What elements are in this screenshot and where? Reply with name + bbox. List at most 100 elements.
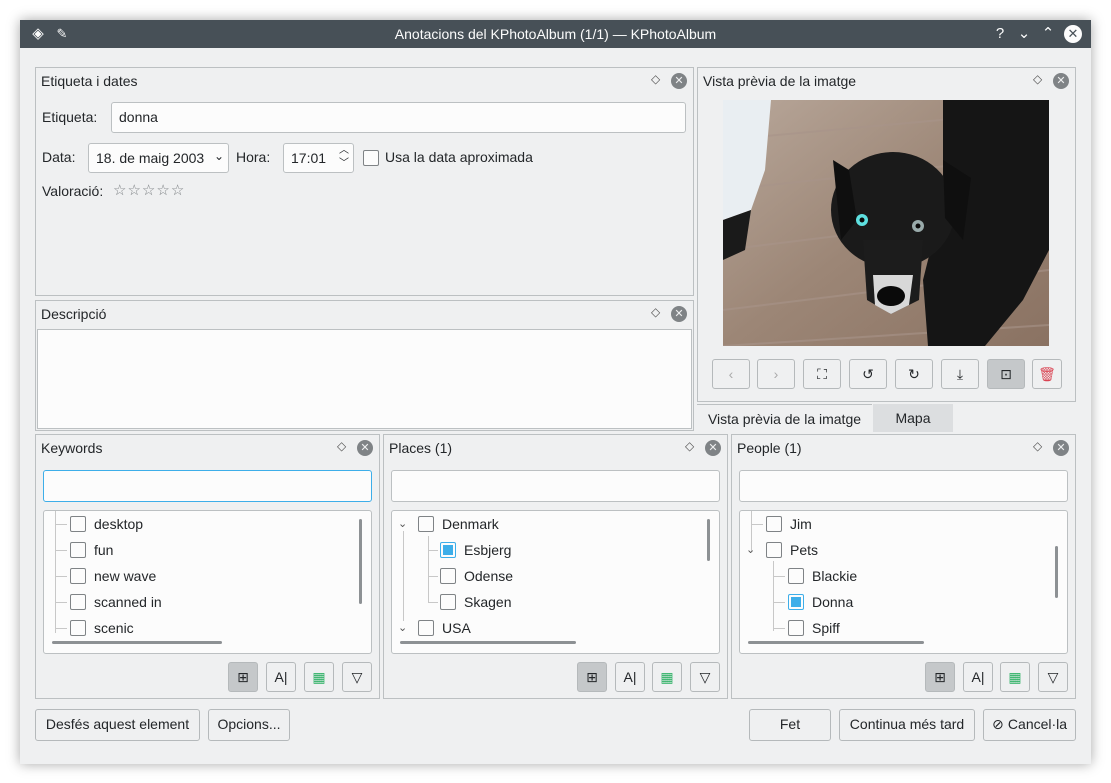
star-icon[interactable]: ☆: [156, 182, 170, 199]
cancel-button[interactable]: ⊘ Cancel·la: [983, 709, 1076, 741]
float-icon[interactable]: ◇: [1033, 439, 1042, 453]
chevron-down-icon[interactable]: ⌄: [398, 621, 407, 634]
label-value: donna: [119, 109, 158, 125]
tree-view-button[interactable]: ⊞: [577, 662, 607, 692]
sort-alpha-button[interactable]: A|: [266, 662, 296, 692]
rating-caption: Valoració:: [42, 183, 104, 199]
tab-map[interactable]: Mapa: [873, 404, 953, 432]
float-icon[interactable]: ◇: [337, 439, 346, 453]
delete-button[interactable]: 🗑: [1032, 359, 1062, 389]
item-label: Pets: [790, 542, 819, 558]
item-checkbox[interactable]: [788, 594, 804, 610]
item-label: Donna: [812, 594, 854, 610]
filter-button[interactable]: ▽: [1038, 662, 1068, 692]
undo-button[interactable]: Desfés aquest element: [35, 709, 200, 741]
time-field[interactable]: 17:01 ︿ ﹀: [283, 143, 354, 173]
rotate-left-button[interactable]: ↺: [849, 359, 887, 389]
item-checkbox[interactable]: [440, 542, 456, 558]
float-icon[interactable]: ◇: [651, 305, 660, 319]
places-search-input[interactable]: [391, 470, 720, 502]
float-icon[interactable]: ◇: [685, 439, 694, 453]
calendar-icon: ▦: [660, 669, 674, 685]
tree-line: [773, 576, 785, 577]
alpha-sort-icon: A|: [971, 669, 985, 685]
tab-image-preview[interactable]: Vista prèvia de la imatge: [697, 404, 872, 433]
options-button[interactable]: Opcions...: [208, 709, 290, 741]
float-icon[interactable]: ◇: [651, 72, 660, 86]
sort-alpha-button[interactable]: A|: [615, 662, 645, 692]
item-checkbox[interactable]: [788, 620, 804, 636]
dock-close-icon[interactable]: ✕: [1053, 440, 1069, 456]
chevron-down-icon[interactable]: ⌄: [746, 543, 755, 556]
item-checkbox[interactable]: [418, 620, 434, 636]
close-icon[interactable]: ✕: [1064, 25, 1082, 43]
dock-close-icon[interactable]: ✕: [357, 440, 373, 456]
people-search-input[interactable]: [739, 470, 1068, 502]
filter-button[interactable]: ▽: [690, 662, 720, 692]
copy-previous-button[interactable]: ⤓: [941, 359, 979, 389]
rating-stars[interactable]: ☆☆☆☆☆: [113, 181, 185, 199]
item-checkbox[interactable]: [766, 516, 782, 532]
date-field[interactable]: 18. de maig 2003 ⌄: [88, 143, 229, 173]
dock-close-icon[interactable]: ✕: [671, 306, 687, 322]
title-bar: ◈ ✎ Anotacions del KPhotoAlbum (1/1) — K…: [20, 20, 1091, 48]
label-field[interactable]: donna: [111, 102, 686, 133]
sort-date-button[interactable]: ▦: [304, 662, 334, 692]
spin-up-icon[interactable]: ︿: [339, 145, 349, 157]
dock-title: Vista prèvia de la imatge: [703, 73, 857, 89]
item-checkbox[interactable]: [766, 542, 782, 558]
item-checkbox[interactable]: [440, 568, 456, 584]
item-label: Denmark: [442, 516, 499, 532]
continue-later-button[interactable]: Continua més tard: [839, 709, 975, 741]
vertical-scrollbar[interactable]: [359, 519, 362, 604]
horizontal-scrollbar[interactable]: [400, 641, 576, 644]
tree-icon: ⊞: [934, 669, 946, 685]
dock-close-icon[interactable]: ✕: [1053, 73, 1069, 89]
sort-date-button[interactable]: ▦: [652, 662, 682, 692]
item-label: Odense: [464, 568, 514, 584]
face-detect-button[interactable]: ⊡: [987, 359, 1025, 389]
fullscreen-button[interactable]: ⛶: [803, 359, 841, 389]
keywords-search-input[interactable]: [43, 470, 372, 502]
minimize-icon[interactable]: ⌄: [1014, 24, 1034, 44]
description-textarea[interactable]: [37, 329, 692, 429]
item-checkbox[interactable]: [70, 594, 86, 610]
star-icon[interactable]: ☆: [127, 182, 141, 199]
item-label: fun: [94, 542, 114, 558]
horizontal-scrollbar[interactable]: [52, 641, 222, 644]
dock-close-icon[interactable]: ✕: [671, 73, 687, 89]
vertical-scrollbar[interactable]: [1055, 546, 1058, 598]
rotate-right-button[interactable]: ↻: [895, 359, 933, 389]
dock-close-icon[interactable]: ✕: [705, 440, 721, 456]
cancel-icon: ⊘: [992, 716, 1004, 732]
horizontal-scrollbar[interactable]: [748, 641, 924, 644]
approx-date-checkbox[interactable]: [363, 150, 379, 166]
maximize-icon[interactable]: ⌃: [1038, 24, 1058, 44]
help-icon[interactable]: ?: [990, 24, 1010, 44]
tree-view-button[interactable]: ⊞: [925, 662, 955, 692]
chevron-down-icon[interactable]: ⌄: [398, 517, 407, 530]
item-checkbox[interactable]: [440, 594, 456, 610]
done-button[interactable]: Fet: [749, 709, 831, 741]
item-checkbox[interactable]: [70, 568, 86, 584]
places-tree: ⌄ ⌄ Denmark Esbjerg Odense Skagen USA: [391, 510, 720, 654]
star-icon[interactable]: ☆: [142, 182, 156, 199]
sort-alpha-button[interactable]: A|: [963, 662, 993, 692]
chevron-down-icon[interactable]: ⌄: [214, 149, 224, 163]
item-checkbox[interactable]: [418, 516, 434, 532]
item-checkbox[interactable]: [70, 620, 86, 636]
item-checkbox[interactable]: [788, 568, 804, 584]
spin-down-icon[interactable]: ﹀: [339, 158, 349, 170]
next-image-button[interactable]: ›: [757, 359, 795, 389]
vertical-scrollbar[interactable]: [707, 519, 710, 561]
tree-view-button[interactable]: ⊞: [228, 662, 258, 692]
sort-date-button[interactable]: ▦: [1000, 662, 1030, 692]
item-checkbox[interactable]: [70, 516, 86, 532]
star-icon[interactable]: ☆: [113, 182, 127, 199]
previous-image-button[interactable]: ‹: [712, 359, 750, 389]
float-icon[interactable]: ◇: [1033, 72, 1042, 86]
filter-button[interactable]: ▽: [342, 662, 372, 692]
chevron-left-icon: ‹: [728, 366, 734, 382]
item-checkbox[interactable]: [70, 542, 86, 558]
star-icon[interactable]: ☆: [171, 182, 185, 199]
